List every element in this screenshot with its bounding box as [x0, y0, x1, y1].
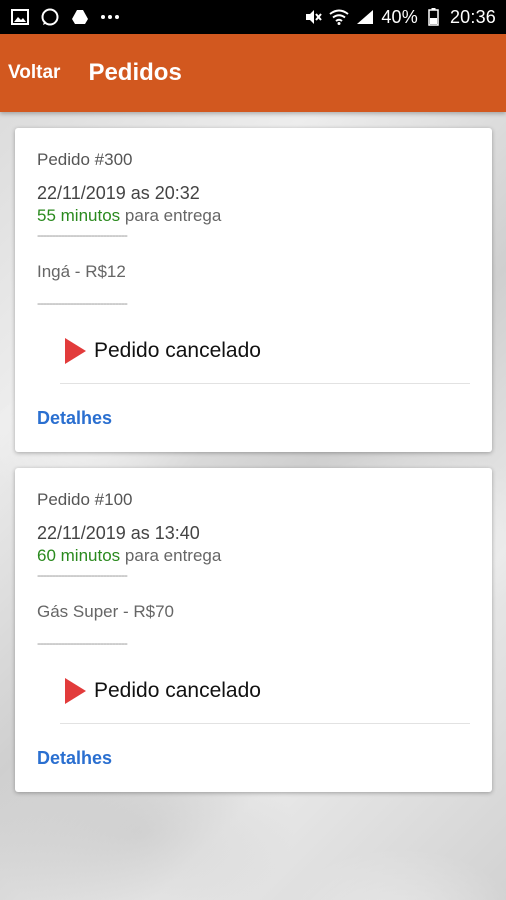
mute-icon — [303, 7, 323, 27]
order-card: Pedido #100 22/11/2019 as 13:40 60 minut… — [15, 468, 492, 792]
eta-label: para entrega — [124, 546, 222, 565]
image-icon — [10, 7, 30, 27]
divider — [60, 723, 470, 724]
separator: ------------------------------ — [37, 636, 128, 650]
order-eta: 60 minutos para entrega — [37, 546, 221, 566]
order-item: Gás Super - R$70 — [37, 602, 175, 621]
order-status-text: Pedido cancelado — [94, 679, 261, 702]
whatsapp-icon — [40, 7, 60, 27]
wifi-icon — [329, 7, 349, 27]
divider — [60, 383, 470, 384]
back-button[interactable]: Voltar — [0, 62, 68, 84]
order-datetime: 22/11/2019 as 20:32 — [37, 183, 200, 203]
more-icon — [100, 7, 120, 27]
status-bar: 40% 20:36 — [0, 0, 506, 34]
order-id: Pedido #300 — [37, 150, 133, 169]
separator: ------------------------------ — [37, 568, 128, 582]
battery-level: 40% — [381, 6, 418, 27]
order-item: Ingá - R$12 — [37, 262, 126, 281]
app-bar: Voltar Pedidos — [0, 34, 506, 112]
eta-value: 60 minutos — [37, 546, 121, 565]
order-status: Pedido cancelado — [65, 678, 261, 704]
play-icon — [65, 678, 86, 704]
eta-label: para entrega — [124, 206, 222, 225]
eta-value: 55 minutos — [37, 206, 121, 225]
page-title: Pedidos — [88, 59, 182, 86]
order-status: Pedido cancelado — [65, 338, 261, 364]
order-datetime: 22/11/2019 as 13:40 — [37, 523, 200, 543]
order-card: Pedido #300 22/11/2019 as 20:32 55 minut… — [15, 128, 492, 452]
battery-icon — [424, 7, 444, 27]
order-eta: 55 minutos para entrega — [37, 206, 221, 226]
clock: 20:36 — [449, 6, 496, 27]
signal-icon — [355, 7, 375, 27]
separator: ------------------------------ — [37, 296, 128, 310]
details-link[interactable]: Detalhes — [37, 748, 112, 769]
separator: ------------------------------ — [37, 228, 128, 242]
order-status-text: Pedido cancelado — [94, 339, 261, 362]
order-id: Pedido #100 — [37, 490, 133, 509]
play-icon — [65, 338, 86, 364]
details-link[interactable]: Detalhes — [37, 408, 112, 429]
drive-icon — [70, 7, 90, 27]
